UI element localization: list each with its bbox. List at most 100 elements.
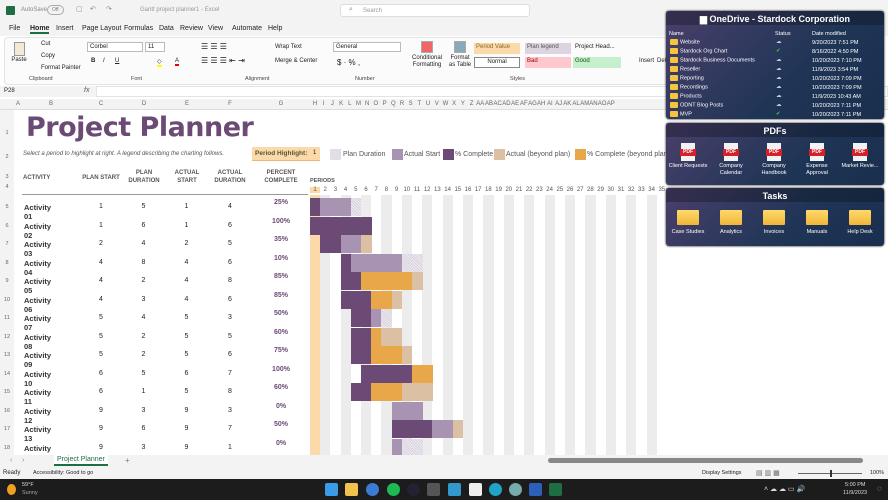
italic-button[interactable]: I [103, 58, 105, 64]
row-header-12[interactable]: 12 [0, 334, 14, 340]
period-number[interactable]: 15 [453, 187, 463, 193]
row-header-2[interactable]: 2 [0, 154, 14, 160]
column-header-AG[interactable]: AG [528, 101, 537, 107]
horizontal-scrollbar[interactable] [548, 458, 863, 463]
row-header-17[interactable]: 17 [0, 426, 14, 432]
column-header-M[interactable]: M [356, 101, 361, 107]
fill-color-button[interactable]: ◇ [157, 58, 162, 67]
onedrive-item[interactable]: MVP ✔ 10/20/2023 7:11 PM [670, 111, 882, 120]
menu-tab-formulas[interactable]: Formulas [124, 25, 153, 32]
menu-tab-insert[interactable]: Insert [56, 25, 74, 32]
insert-cells-button[interactable]: Insert [639, 58, 654, 64]
column-header-Z[interactable]: Z [470, 101, 474, 107]
row-header-3[interactable]: 3 [0, 174, 14, 180]
menu-tab-help[interactable]: Help [268, 25, 282, 32]
onedrive-item[interactable]: Products ☁ 11/9/2023 10:43 AM [670, 93, 882, 102]
weather-condition[interactable]: Sunny [22, 490, 38, 496]
pdf-item[interactable]: PDF Expense Approval [797, 143, 837, 177]
column-header-AB[interactable]: AB [485, 101, 493, 107]
row-header-13[interactable]: 13 [0, 352, 14, 358]
clock-time[interactable]: 5:00 PM [845, 482, 865, 488]
search-box[interactable]: ⌕ Search [340, 4, 530, 17]
word-icon[interactable] [529, 483, 542, 496]
autosave-toggle[interactable]: Off [47, 5, 64, 15]
display-settings-button[interactable]: Display Settings [702, 470, 741, 476]
column-header-T[interactable]: T [418, 101, 422, 107]
row-header-1[interactable]: 1 [0, 130, 14, 136]
column-header-AI[interactable]: AI [547, 101, 553, 107]
row-header-7[interactable]: 7 [0, 241, 14, 247]
period-number[interactable]: 9 [392, 187, 402, 193]
number-format-select[interactable]: General [333, 42, 401, 52]
bold-button[interactable]: B [91, 58, 95, 64]
column-header-E[interactable]: E [185, 101, 189, 107]
period-number[interactable]: 26 [565, 187, 575, 193]
notification-bell-icon[interactable]: ◌ [877, 484, 882, 493]
column-header-P[interactable]: P [383, 101, 387, 107]
zoom-level[interactable]: 100% [870, 470, 884, 476]
period-number[interactable]: 17 [473, 187, 483, 193]
period-number[interactable]: 21 [514, 187, 524, 193]
column-header-AM[interactable]: AM [580, 101, 589, 107]
add-sheet-icon[interactable]: + [125, 456, 130, 465]
column-header-K[interactable]: K [339, 101, 343, 107]
style-normal[interactable]: Normal [474, 57, 520, 68]
task-folder[interactable]: Invoices [754, 210, 794, 236]
task-folder[interactable]: Case Studies [668, 210, 708, 236]
pdf-item[interactable]: PDF Company Handbook [754, 143, 794, 177]
underline-button[interactable]: U [115, 58, 119, 64]
period-number[interactable]: 14 [443, 187, 453, 193]
wrap-text-button[interactable]: Wrap Text [275, 44, 302, 50]
column-header-AF[interactable]: AF [520, 101, 528, 107]
start-icon[interactable] [325, 483, 338, 496]
column-header-F[interactable]: F [228, 101, 232, 107]
period-number[interactable]: 19 [494, 187, 504, 193]
row-header-8[interactable]: 8 [0, 260, 14, 266]
menu-tab-page-layout[interactable]: Page Layout [82, 25, 121, 32]
column-header-A[interactable]: A [16, 101, 20, 107]
name-box[interactable]: P28 [4, 88, 44, 94]
column-header-AP[interactable]: AP [607, 101, 615, 107]
period-number[interactable]: 6 [361, 187, 371, 193]
row-header-10[interactable]: 10 [0, 297, 14, 303]
excel-icon[interactable] [549, 483, 562, 496]
onedrive-item[interactable]: Reporting ☁ 10/20/2023 7:09 PM [670, 75, 882, 84]
column-header-D[interactable]: D [142, 101, 146, 107]
column-header-AC[interactable]: AC [494, 101, 502, 107]
next-sheet-icon[interactable]: › [22, 457, 24, 464]
menu-tab-review[interactable]: Review [180, 25, 203, 32]
period-number[interactable]: 8 [381, 187, 391, 193]
period-number[interactable]: 16 [463, 187, 473, 193]
column-header-I[interactable]: I [323, 101, 325, 107]
period-number[interactable]: 28 [585, 187, 595, 193]
period-highlight-value[interactable]: 1 [313, 150, 316, 156]
column-header-W[interactable]: W [443, 101, 449, 107]
col-name[interactable]: Name [669, 31, 684, 37]
column-header-AD[interactable]: AD [502, 101, 510, 107]
onedrive-item[interactable]: Stardock Business Documents ☁ 10/20/2023 7… [670, 57, 882, 66]
column-header-H[interactable]: H [313, 101, 317, 107]
column-header-AL[interactable]: AL [572, 101, 579, 107]
undo-icon[interactable]: ↶ [90, 5, 96, 13]
fx-icon[interactable]: fx [84, 87, 89, 94]
1password-icon[interactable] [366, 483, 379, 496]
task-folder[interactable]: Manuals [797, 210, 837, 236]
copy-button[interactable]: Copy [41, 53, 55, 59]
row-header-4[interactable]: 4 [0, 184, 14, 190]
row-header-5[interactable]: 5 [0, 204, 14, 210]
onedrive-item[interactable]: ODNT Blog Posts ☁ 10/20/2023 7:11 PM [670, 102, 882, 111]
column-header-G[interactable]: G [279, 101, 284, 107]
spotify-icon[interactable] [387, 483, 400, 496]
period-number[interactable]: 11 [412, 187, 422, 193]
column-header-AN[interactable]: AN [589, 101, 597, 107]
edge-icon[interactable] [489, 483, 502, 496]
format-painter-button[interactable]: Format Painter [41, 65, 81, 71]
menu-tab-view[interactable]: View [208, 25, 223, 32]
period-number[interactable]: 5 [351, 187, 361, 193]
column-header-Y[interactable]: Y [461, 101, 465, 107]
view-buttons[interactable]: ▤ ▥ ▦ [756, 469, 780, 477]
style-project-head[interactable]: Project Head... [573, 43, 621, 54]
column-header-AO[interactable]: AO [598, 101, 607, 107]
paste-button[interactable]: Paste [9, 42, 29, 63]
column-header-J[interactable]: J [331, 101, 334, 107]
